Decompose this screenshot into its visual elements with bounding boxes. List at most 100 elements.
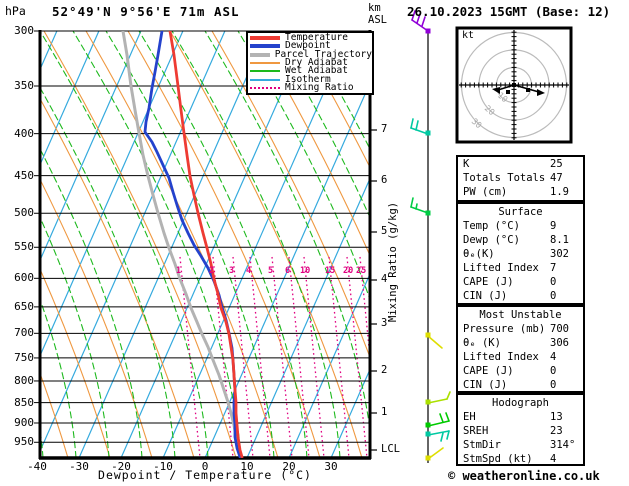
mixing-ratio-label: 15	[325, 266, 335, 276]
legend-swatch-dotted	[250, 87, 280, 89]
mixing-ratio-label: 4	[246, 266, 251, 276]
hodograph-plot: 102030	[457, 28, 571, 142]
altitude-tick-label: 6	[381, 174, 387, 186]
pressure-tick-label: 450	[6, 169, 34, 182]
table-row-value: 47	[550, 171, 563, 185]
pressure-tick-label: 950	[6, 435, 34, 448]
legend-swatch-thick	[250, 53, 270, 57]
legend-swatch-thick	[250, 44, 280, 48]
legend-swatch-thin	[250, 62, 280, 64]
altitude-tick-label: LCL	[381, 443, 400, 455]
table-row-value: 0	[550, 289, 556, 303]
mixing-ratio-label: 20	[343, 266, 353, 276]
datetime-title: 26.10.2023 15GMT (Base: 12)	[407, 4, 610, 19]
table-row-label: Lifted Index	[463, 262, 539, 274]
table-row: Lifted Index 7	[458, 261, 583, 275]
table-row: PW (cm) 1.9	[458, 185, 583, 199]
table-row: Dewp (°C)8.1	[458, 233, 583, 247]
table-row-label: PW (cm)	[463, 186, 507, 198]
table-row: K 25	[458, 157, 583, 171]
mixing-ratio-label: 3	[229, 266, 234, 276]
mixing-ratio-label: 1	[176, 266, 181, 276]
sounding-chart-app: 102030 52°49'N 9°56'E 71m ASL 26.10.2023…	[0, 0, 629, 486]
pressure-tick-label: 650	[6, 300, 34, 313]
table-section-title: Hodograph	[458, 395, 583, 410]
wind-barb	[426, 392, 451, 405]
table-row-label: θₑ(K)	[463, 248, 495, 260]
table-section-indices: K 25Totals Totals47PW (cm) 1.9	[456, 155, 585, 202]
pressure-tick-label: 900	[6, 416, 34, 429]
table-row: Lifted Index4	[458, 350, 583, 364]
table-row: θₑ (K) 306	[458, 336, 583, 350]
table-row-value: 314°	[550, 438, 575, 452]
table-row-value: 4	[550, 350, 556, 364]
credit-line: © weatheronline.co.uk	[448, 469, 600, 483]
table-row-value: 25	[550, 157, 563, 171]
table-row: Temp (°C)9	[458, 219, 583, 233]
table-row-label: K	[463, 158, 469, 170]
hodograph-trace-point	[526, 88, 530, 92]
table-section-title: Surface	[458, 204, 583, 219]
legend-item: Mixing Ratio	[250, 84, 372, 92]
legend-swatch-thin	[250, 79, 280, 81]
pressure-tick-label: 500	[6, 206, 34, 219]
altitude-unit-km: km	[368, 2, 381, 14]
table-section-most-unstable: Most UnstablePressure (mb)700θₑ (K) 306Li…	[456, 305, 585, 393]
sounding-curves	[123, 31, 242, 457]
table-row-value: 4	[550, 452, 556, 466]
table-row-label: CIN (J)	[463, 290, 507, 302]
table-section-title: Most Unstable	[458, 307, 583, 322]
wind-barb	[426, 413, 450, 428]
mixing-ratio-label: 6	[285, 266, 290, 276]
altitude-unit-asl: ASL	[368, 14, 387, 26]
table-row: StmDir 314°	[458, 438, 583, 452]
altitude-tick-label: 7	[381, 123, 387, 135]
table-row-value: 8.1	[550, 233, 569, 247]
pressure-tick-label: 350	[6, 79, 34, 92]
hodograph-trace-point	[512, 83, 516, 87]
pressure-tick-label: 300	[6, 24, 34, 37]
table-row-label: EH	[463, 411, 476, 423]
table-row: SREH23	[458, 424, 583, 438]
pressure-tick-label: 750	[6, 351, 34, 364]
parcel-curve	[123, 31, 241, 457]
table-row-label: CAPE (J)	[463, 365, 514, 377]
legend-swatch-thick	[250, 36, 280, 40]
table-row-value: 23	[550, 424, 563, 438]
pressure-tick-label: 800	[6, 374, 34, 387]
legend-swatch-thin	[250, 70, 280, 72]
table-row-value: 7	[550, 261, 556, 275]
station-title: 52°49'N 9°56'E 71m ASL	[52, 4, 240, 19]
table-row: θₑ(K)302	[458, 247, 583, 261]
table-section-hodograph: HodographEH13SREH23StmDir314°StmSpd (kt)…	[456, 393, 585, 466]
mixing-ratio-label: 10	[300, 266, 310, 276]
table-row: CAPE (J) 0	[458, 364, 583, 378]
pressure-tick-label: 700	[6, 326, 34, 339]
altitude-tick-label: 2	[381, 364, 387, 376]
table-row: CIN (J) 0	[458, 289, 583, 303]
table-row: CAPE (J)0	[458, 275, 583, 289]
table-row-value: 0	[550, 364, 556, 378]
table-row-label: θₑ (K)	[463, 337, 501, 349]
mixing-ratio-label: 5	[268, 266, 273, 276]
x-axis-title: Dewpoint / Temperature (°C)	[40, 468, 370, 482]
legend-label: Mixing Ratio	[285, 84, 354, 92]
pressure-tick-label: 850	[6, 396, 34, 409]
table-row-value: 1.9	[550, 185, 569, 199]
table-row-value: 306	[550, 336, 569, 350]
table-row-label: CIN (J)	[463, 379, 507, 391]
altitude-tick-label: 1	[381, 406, 387, 418]
mixing-ratio-label: 2	[209, 266, 214, 276]
legend: TemperatureDewpointParcel TrajectoryDry …	[246, 31, 374, 95]
mixing-ratio-label: 25	[356, 266, 366, 276]
hodograph-trace-point	[506, 90, 510, 94]
mixing-ratio-axis-title: Mixing Ratio (g/kg)	[387, 202, 399, 322]
table-row-value: 0	[550, 378, 556, 392]
table-row: Totals Totals47	[458, 171, 583, 185]
table-row: Pressure (mb)700	[458, 322, 583, 336]
table-row-label: CAPE (J)	[463, 276, 514, 288]
table-row-value: 700	[550, 322, 569, 336]
pressure-tick-label: 600	[6, 271, 34, 284]
table-row-label: StmDir	[463, 439, 501, 451]
table-row: CIN (J) 0	[458, 378, 583, 392]
